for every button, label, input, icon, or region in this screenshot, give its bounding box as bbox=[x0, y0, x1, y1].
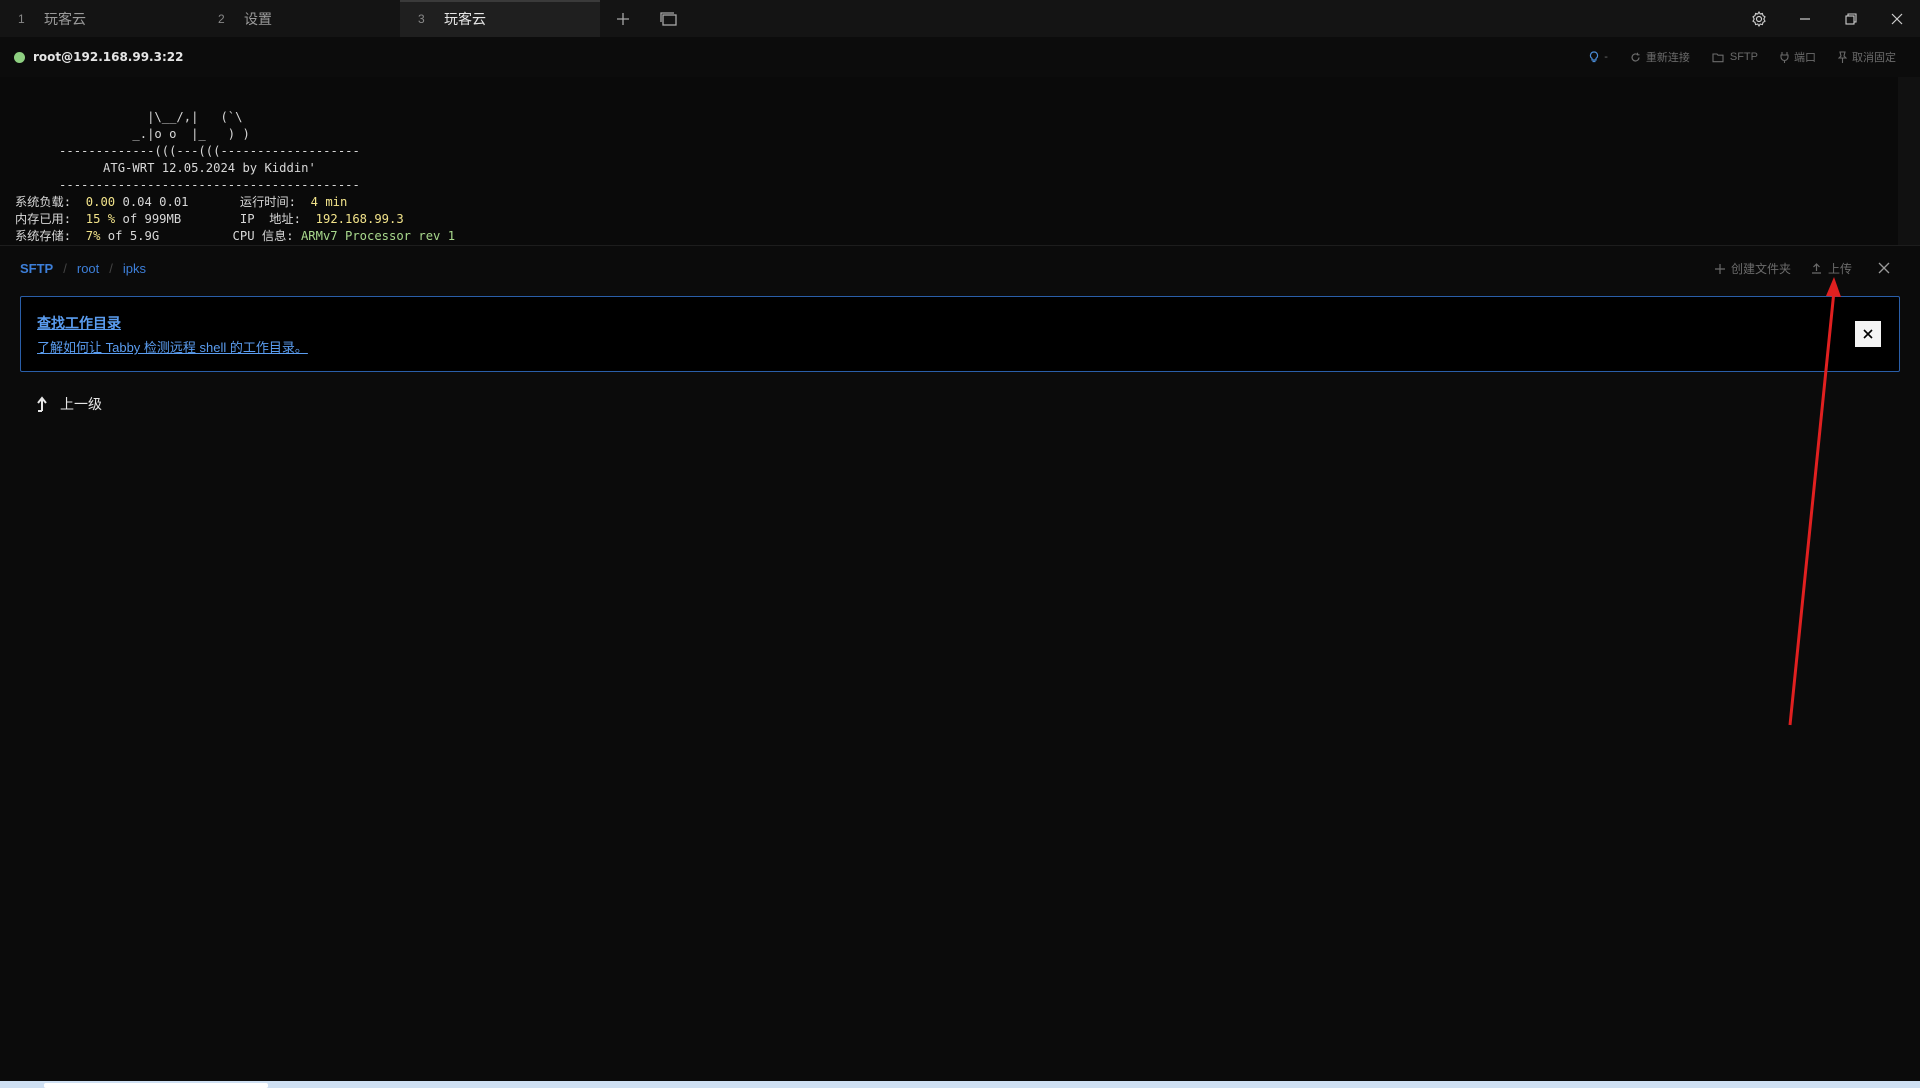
notice-body-link[interactable]: 了解如何让 Tabby 检测远程 shell 的工作目录。 bbox=[37, 337, 1899, 356]
banner-line: ATG-WRT 12.05.2024 by Kiddin' bbox=[15, 161, 316, 175]
reconnect-button[interactable]: 重新连接 bbox=[1630, 49, 1690, 65]
tab-number: 1 bbox=[18, 11, 25, 26]
stat-value-2: 192.168.99.3 bbox=[315, 212, 404, 226]
stat-label: 系统负载: bbox=[15, 195, 72, 209]
level-up-icon bbox=[37, 396, 47, 412]
gear-icon bbox=[1752, 10, 1766, 27]
minimize-icon bbox=[1800, 17, 1810, 20]
close-icon bbox=[1891, 13, 1903, 24]
ports-label: 端口 bbox=[1794, 52, 1816, 64]
stat-highlight: 0.00 bbox=[85, 195, 116, 209]
reconnect-label: 重新连接 bbox=[1645, 52, 1690, 64]
plug-icon bbox=[1780, 52, 1789, 63]
stat-highlight: 15 % bbox=[85, 212, 116, 226]
stat-rest: 0.04 0.01 bbox=[115, 195, 189, 209]
breadcrumb-root[interactable]: root bbox=[77, 261, 99, 276]
tab-number: 3 bbox=[418, 11, 425, 26]
taskbar-edge bbox=[0, 1081, 1920, 1088]
parent-directory-item[interactable]: 上一级 bbox=[36, 394, 102, 414]
unpin-label: 取消固定 bbox=[1852, 52, 1896, 64]
upload-label: 上传 bbox=[1827, 262, 1852, 276]
breadcrumb-separator: / bbox=[63, 261, 67, 276]
refresh-icon bbox=[1631, 52, 1640, 61]
sftp-label: SFTP bbox=[1729, 51, 1758, 63]
folder-open-icon bbox=[1712, 52, 1724, 62]
tab-label: 玩客云 bbox=[444, 10, 486, 27]
upload-button[interactable]: 上传 bbox=[1811, 260, 1852, 277]
host-label: root@192.168.99.3:22 bbox=[33, 50, 184, 64]
taskbar-thumb bbox=[44, 1083, 268, 1088]
stat-label: 内存已用: bbox=[15, 212, 72, 226]
terminal-actions: - 重新连接 SFTP 端口 取消固定 bbox=[1589, 49, 1920, 65]
pin-icon bbox=[1838, 51, 1847, 63]
stat-line: 系统负载: 0.00 0.04 0.01 运行时间: 4 min bbox=[15, 194, 1920, 211]
tab-3[interactable]: 3 玩客云 bbox=[400, 0, 600, 37]
create-folder-label: 创建文件夹 bbox=[1730, 262, 1791, 276]
stat-line: 内存已用: 15 % of 999MB IP 地址: 192.168.99.3 bbox=[15, 211, 1920, 228]
tab-overview-button[interactable] bbox=[646, 0, 692, 37]
stat-label-2: IP 地址: bbox=[239, 212, 301, 226]
tab-label: 玩客云 bbox=[44, 10, 86, 27]
lightbulb-icon bbox=[1590, 51, 1599, 63]
sftp-actions: 创建文件夹 上传 bbox=[1714, 258, 1920, 279]
stat-value-2: 4 min bbox=[310, 195, 348, 209]
stat-value-2: ARMv7 Processor rev 1 bbox=[300, 229, 456, 243]
terminal-output[interactable]: |\__/,| (`\ _.|o o |_ ) ) -------------(… bbox=[0, 77, 1920, 245]
stat-line: 系统存储: 7% of 5.9G CPU 信息: ARMv7 Processor… bbox=[15, 228, 1920, 245]
create-folder-button[interactable]: 创建文件夹 bbox=[1714, 260, 1791, 277]
stat-rest: of 5.9G bbox=[100, 229, 160, 243]
parent-directory-label: 上一级 bbox=[60, 396, 102, 412]
unpin-button[interactable]: 取消固定 bbox=[1838, 49, 1896, 65]
stat-label: 系统存储: bbox=[15, 229, 72, 243]
stat-label-2: CPU 信息: bbox=[232, 229, 294, 243]
tab-number: 2 bbox=[218, 11, 225, 26]
stat-rest: of 999MB bbox=[115, 212, 182, 226]
notice-title-link[interactable]: 查找工作目录 bbox=[37, 313, 1899, 333]
bulb-dropdown-caret: - bbox=[1604, 51, 1608, 63]
notice-close-button[interactable] bbox=[1855, 321, 1881, 347]
tab-2[interactable]: 2 设置 bbox=[200, 0, 400, 37]
plus-icon bbox=[617, 12, 629, 25]
banner-line: |\__/,| (`\ bbox=[15, 110, 243, 124]
banner-line: _.|o o |_ ) ) bbox=[15, 127, 250, 141]
restore-icon bbox=[1845, 12, 1857, 25]
stat-highlight: 7% bbox=[85, 229, 101, 243]
profile-bulb-button[interactable]: - bbox=[1589, 51, 1608, 63]
connection-status-dot bbox=[14, 51, 25, 63]
window-stack-icon bbox=[660, 11, 677, 26]
banner-line: ----------------------------------------… bbox=[15, 178, 360, 192]
sftp-button[interactable]: SFTP bbox=[1712, 51, 1758, 63]
new-tab-button[interactable] bbox=[600, 0, 646, 37]
sftp-header: SFTP / root / ipks 创建文件夹 上传 bbox=[0, 246, 1920, 291]
terminal-header: root@192.168.99.3:22 - 重新连接 SFTP 端口 取消固定 bbox=[0, 37, 1920, 77]
breadcrumb-sftp[interactable]: SFTP bbox=[20, 261, 53, 276]
settings-button[interactable] bbox=[1736, 0, 1782, 37]
close-window-button[interactable] bbox=[1874, 0, 1920, 37]
ports-button[interactable]: 端口 bbox=[1780, 49, 1816, 65]
stat-label-2: 运行时间: bbox=[239, 195, 296, 209]
banner-line: -------------(((---(((------------------… bbox=[15, 144, 360, 158]
sftp-panel: SFTP / root / ipks 创建文件夹 上传 查找工作目录 了解如何让… bbox=[0, 245, 1920, 1081]
close-icon bbox=[1863, 329, 1873, 339]
tab-1[interactable]: 1 玩客云 bbox=[0, 0, 200, 37]
restore-button[interactable] bbox=[1828, 0, 1874, 37]
sftp-close-button[interactable] bbox=[1878, 258, 1890, 279]
breadcrumb-separator: / bbox=[109, 261, 113, 276]
breadcrumb-ipks[interactable]: ipks bbox=[123, 261, 146, 276]
close-icon bbox=[1878, 262, 1890, 274]
tab-bar: 1 玩客云 2 设置 3 玩客云 bbox=[0, 0, 1920, 37]
terminal-scrollbar[interactable] bbox=[1898, 77, 1920, 245]
upload-icon bbox=[1811, 263, 1821, 274]
tab-label: 设置 bbox=[244, 10, 272, 27]
minimize-button[interactable] bbox=[1782, 0, 1828, 37]
working-directory-notice: 查找工作目录 了解如何让 Tabby 检测远程 shell 的工作目录。 bbox=[20, 296, 1900, 372]
plus-icon bbox=[1714, 263, 1725, 274]
